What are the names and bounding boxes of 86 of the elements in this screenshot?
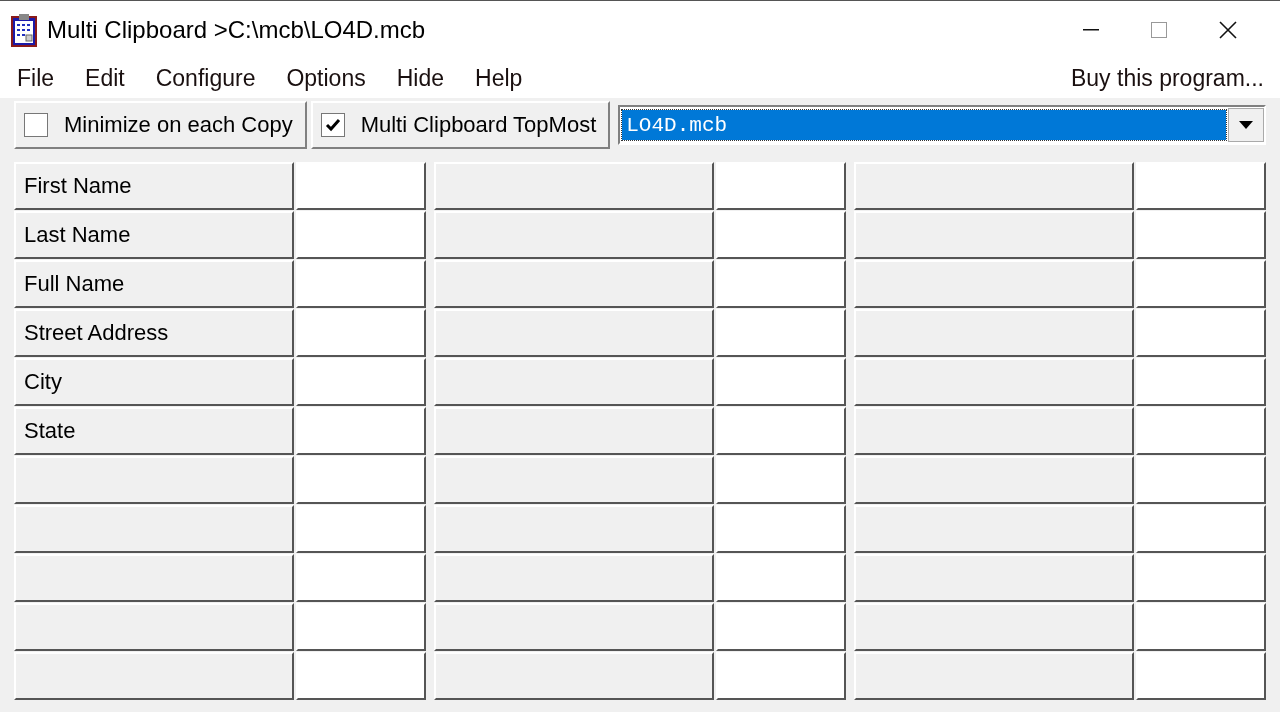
close-icon[interactable] <box>1219 20 1237 39</box>
input-field[interactable] <box>716 358 846 406</box>
checkbox-button[interactable]: Minimize on each Copy <box>14 101 307 149</box>
clip-button[interactable] <box>14 456 294 504</box>
input-field[interactable] <box>1136 211 1266 259</box>
clip-button[interactable]: Street Address <box>14 309 294 357</box>
clip-button[interactable] <box>434 456 714 504</box>
clip-button[interactable] <box>854 260 1134 308</box>
clip-button[interactable] <box>854 407 1134 455</box>
input-field[interactable] <box>1136 407 1266 455</box>
checkbox[interactable] <box>320 113 345 137</box>
clip-button[interactable] <box>854 358 1134 406</box>
check-icon <box>324 118 341 132</box>
clip-button[interactable] <box>434 554 714 602</box>
clip-button[interactable] <box>14 603 294 651</box>
clip-button[interactable] <box>854 456 1134 504</box>
input-field[interactable] <box>296 260 426 308</box>
clip-button[interactable] <box>434 603 714 651</box>
clip-button[interactable] <box>854 211 1134 259</box>
input-field[interactable] <box>1136 505 1266 553</box>
clipboard-icon <box>11 12 37 47</box>
buy-link[interactable]: Buy this program... <box>1070 64 1264 92</box>
clip-button[interactable]: Last Name <box>14 211 294 259</box>
clip-button[interactable] <box>434 652 714 700</box>
input-field[interactable] <box>296 456 426 504</box>
input-field[interactable] <box>296 211 426 259</box>
clip-button[interactable] <box>854 554 1134 602</box>
clip-button[interactable]: City <box>14 358 294 406</box>
menu-item[interactable]: Edit <box>85 64 125 92</box>
caret-icon <box>1239 121 1253 129</box>
input-field[interactable] <box>296 309 426 357</box>
checkbox-button[interactable]: Multi Clipboard TopMost <box>310 101 611 149</box>
clip-button[interactable] <box>434 260 714 308</box>
clip-button[interactable] <box>14 554 294 602</box>
input-field[interactable] <box>1136 652 1266 700</box>
input-field[interactable] <box>1136 358 1266 406</box>
file-combo[interactable]: LO4D.mcb <box>618 105 1266 145</box>
clip-button[interactable] <box>854 309 1134 357</box>
input-field[interactable] <box>296 554 426 602</box>
checkbox[interactable] <box>24 113 48 137</box>
input-field[interactable] <box>296 407 426 455</box>
input-field[interactable] <box>1136 603 1266 651</box>
clip-button[interactable]: State <box>14 407 294 455</box>
input-field[interactable] <box>716 211 846 259</box>
input-field[interactable] <box>716 505 846 553</box>
minimize-icon[interactable] <box>1083 28 1099 31</box>
clip-button[interactable] <box>14 505 294 553</box>
clip-button[interactable] <box>434 309 714 357</box>
input-field[interactable] <box>716 603 846 651</box>
input-field[interactable] <box>296 162 426 210</box>
clip-button[interactable] <box>434 162 714 210</box>
dropdown-button[interactable] <box>1228 108 1264 142</box>
input-field[interactable] <box>1136 260 1266 308</box>
clip-button[interactable]: First Name <box>14 162 294 210</box>
input-field[interactable] <box>716 456 846 504</box>
input-field[interactable] <box>296 652 426 700</box>
input-field[interactable] <box>716 652 846 700</box>
clip-button[interactable] <box>14 652 294 700</box>
clip-button[interactable] <box>854 162 1134 210</box>
input-field[interactable] <box>296 358 426 406</box>
clip-button[interactable] <box>854 505 1134 553</box>
window-title: Multi Clipboard >C:\mcb\LO4D.mcb <box>47 15 426 44</box>
menu-item[interactable]: Help <box>475 64 523 92</box>
menu-item[interactable]: Configure <box>155 64 256 92</box>
input-field[interactable] <box>1136 309 1266 357</box>
clip-button[interactable] <box>854 603 1134 651</box>
input-field[interactable] <box>1136 162 1266 210</box>
input-field[interactable] <box>1136 554 1266 602</box>
input-field[interactable] <box>296 505 426 553</box>
clip-button[interactable] <box>434 358 714 406</box>
clip-button[interactable]: Full Name <box>14 260 294 308</box>
input-field[interactable] <box>716 162 846 210</box>
clip-button[interactable] <box>434 505 714 553</box>
menu-item[interactable]: Options <box>286 64 366 92</box>
clip-button[interactable] <box>854 652 1134 700</box>
clip-button[interactable] <box>434 211 714 259</box>
input-field[interactable] <box>716 309 846 357</box>
input-field[interactable] <box>716 260 846 308</box>
clip-button[interactable] <box>434 407 714 455</box>
input-field[interactable] <box>716 554 846 602</box>
menu-item[interactable]: File <box>17 64 55 92</box>
input-field[interactable] <box>296 603 426 651</box>
input-field[interactable] <box>1136 456 1266 504</box>
maximize-icon[interactable] <box>1151 21 1167 38</box>
input-field[interactable] <box>716 407 846 455</box>
menu-item[interactable]: Hide <box>396 64 444 92</box>
